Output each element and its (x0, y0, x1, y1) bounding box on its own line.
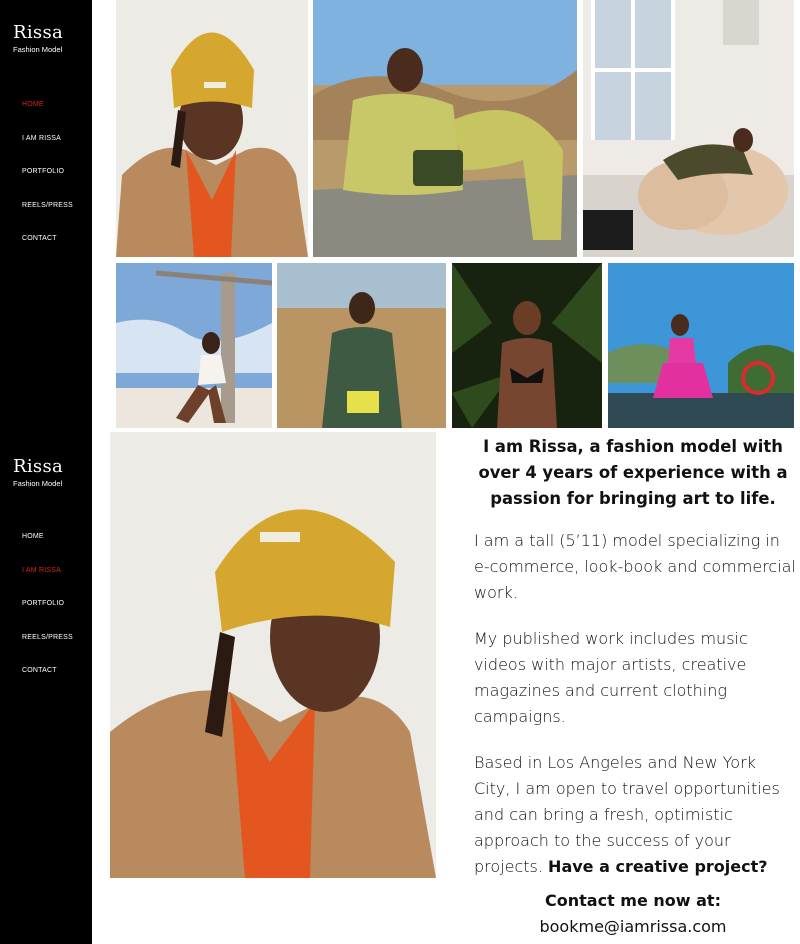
gallery-photo-rooftop[interactable] (116, 263, 272, 428)
contact-label: Contact me now at: (545, 891, 721, 910)
portrait-photo (110, 432, 436, 878)
nav-item-reels-press[interactable]: REELS/PRESS (22, 634, 73, 668)
about-paragraph-2: My published work includes music videos … (474, 629, 748, 726)
gallery-photo-field-jacket[interactable] (277, 263, 446, 428)
brand-logo[interactable]: Rissa Fashion Model (13, 456, 63, 488)
nav-item-portfolio[interactable]: PORTFOLIO (22, 168, 73, 202)
nav-menu: HOME I AM RISSA PORTFOLIO REELS/PRESS CO… (22, 101, 73, 269)
creative-project-cta: Have a creative project? (548, 857, 768, 876)
gallery-photo-yellow-beanie[interactable] (116, 0, 308, 257)
contact-email-link[interactable]: bookme@iamrissa.com (470, 914, 796, 940)
brand-logo[interactable]: Rissa Fashion Model (13, 22, 63, 54)
sidebar-top: Rissa Fashion Model HOME I AM RISSA PORT… (0, 0, 92, 432)
gallery-photo-tropical[interactable] (452, 263, 602, 428)
about-headline: I am Rissa, a fashion model with over 4 … (478, 437, 788, 508)
nav-item-portfolio[interactable]: PORTFOLIO (22, 600, 73, 634)
brand-tagline: Fashion Model (13, 479, 63, 488)
nav-item-i-am-rissa[interactable]: I AM RISSA (22, 567, 73, 601)
gallery-photo-tennis[interactable] (608, 263, 794, 428)
gallery-photo-interior-chair[interactable] (583, 0, 794, 257)
about-paragraph-1: I am a tall (5’11) model specializing in… (474, 531, 796, 602)
nav-menu: HOME I AM RISSA PORTFOLIO REELS/PRESS CO… (22, 533, 73, 701)
nav-item-reels-press[interactable]: REELS/PRESS (22, 202, 73, 236)
nav-item-home[interactable]: HOME (22, 101, 73, 135)
brand-tagline: Fashion Model (13, 45, 63, 54)
gallery-photo-green-outfit[interactable] (313, 0, 577, 257)
contact-block: Contact me now at: bookme@iamrissa.com (470, 888, 796, 940)
nav-item-contact[interactable]: CONTACT (22, 667, 73, 701)
sidebar-bottom: Rissa Fashion Model HOME I AM RISSA PORT… (0, 432, 92, 944)
nav-item-i-am-rissa[interactable]: I AM RISSA (22, 135, 73, 169)
about-paragraph-3: Based in Los Angeles and New York City, … (474, 750, 796, 880)
brand-name: Rissa (13, 456, 64, 477)
brand-name: Rissa (13, 22, 64, 43)
nav-item-home[interactable]: HOME (22, 533, 73, 567)
nav-item-contact[interactable]: CONTACT (22, 235, 73, 269)
